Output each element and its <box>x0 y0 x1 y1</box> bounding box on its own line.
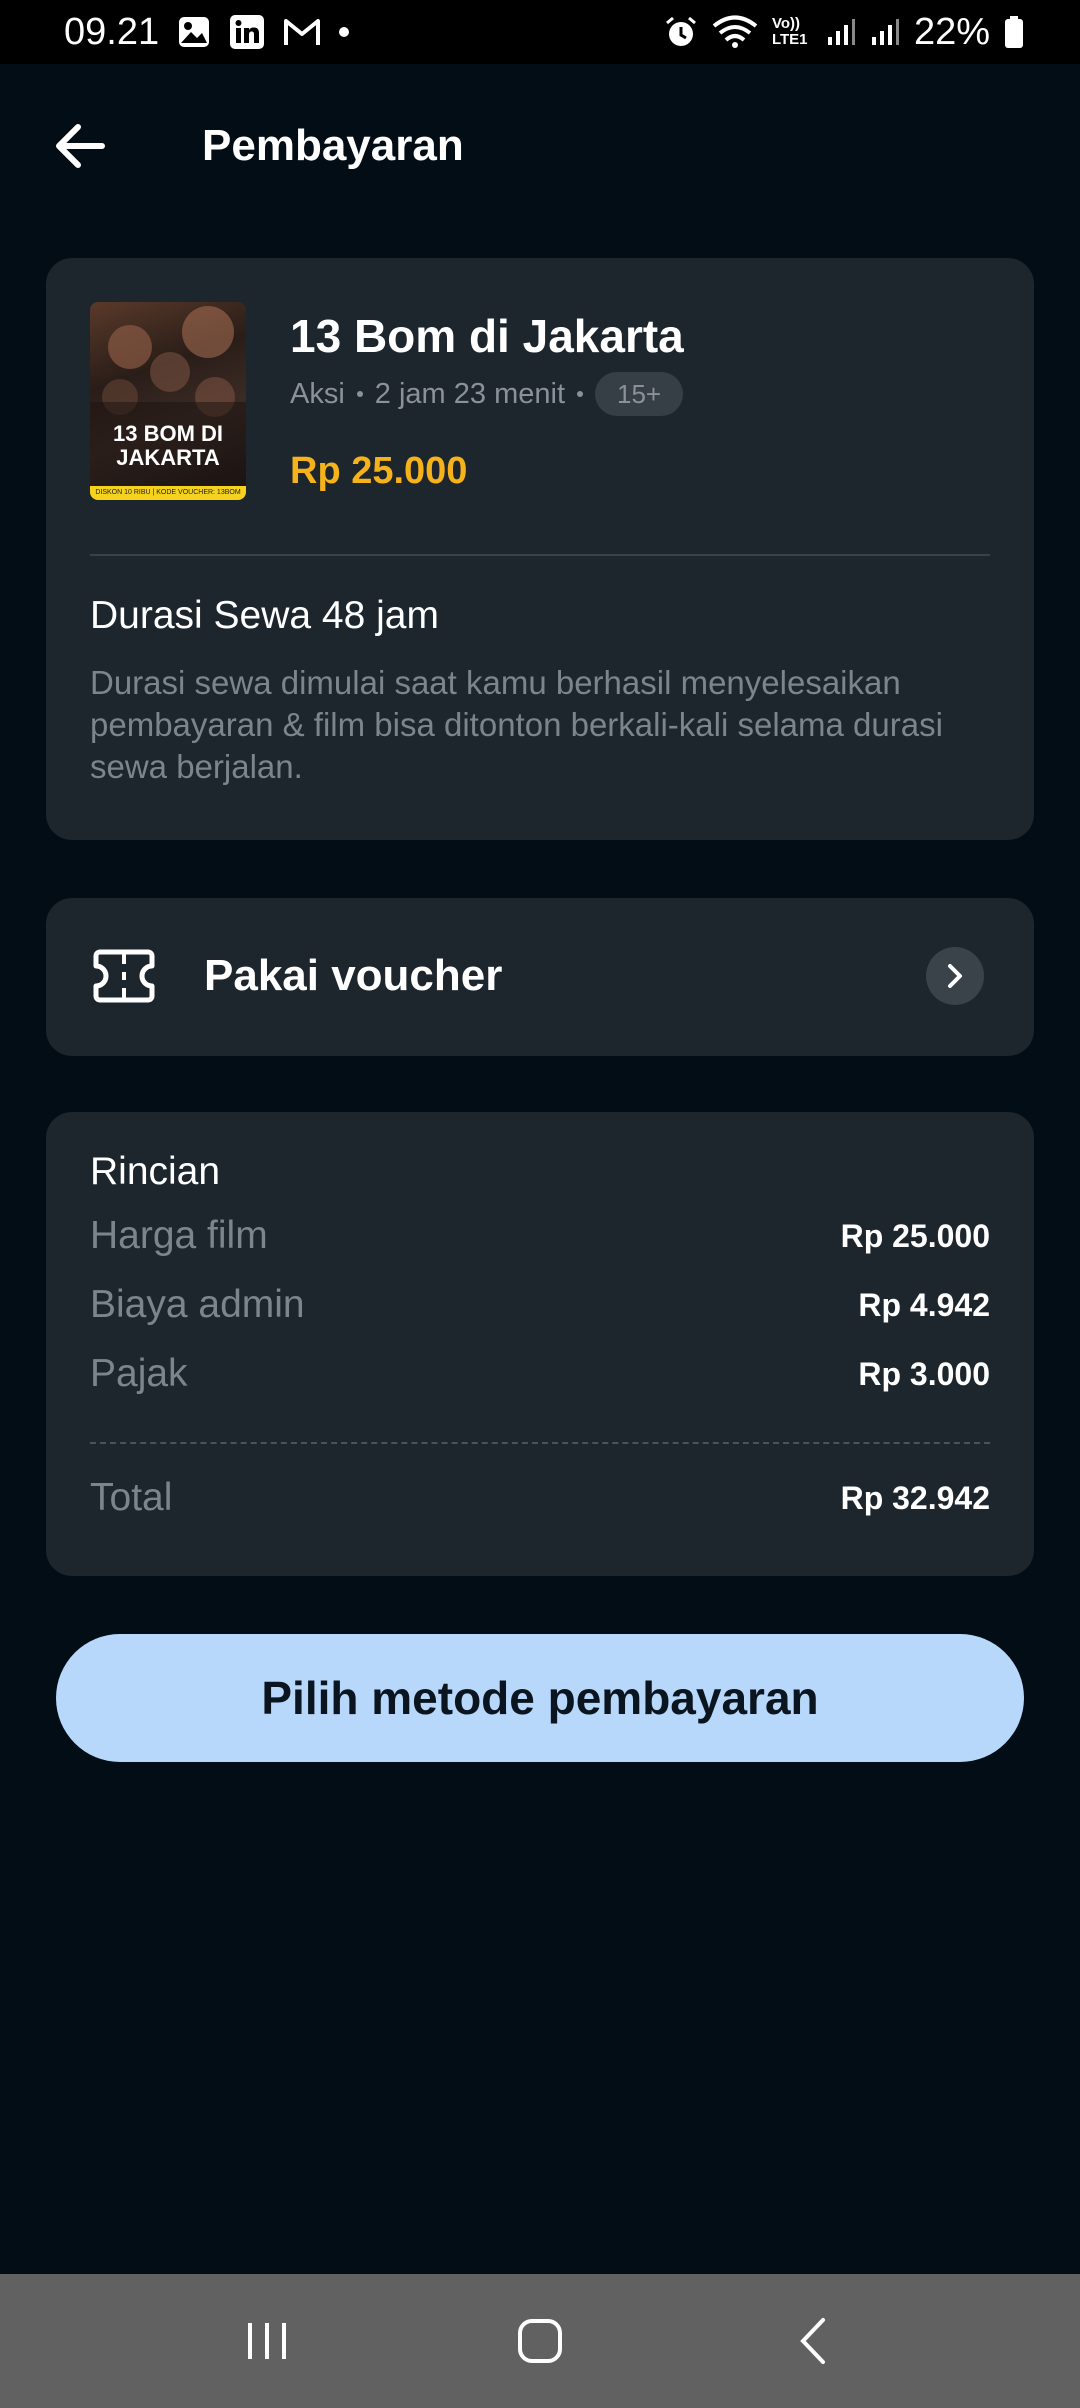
status-time: 09.21 <box>64 10 160 53</box>
movie-meta: Aksi 2 jam 23 menit 15+ <box>290 372 684 416</box>
movie-genre: Aksi <box>290 378 345 410</box>
detail-row-tax: Pajak Rp 3.000 <box>90 1352 990 1396</box>
dashed-divider <box>90 1442 990 1444</box>
separator-dot <box>356 391 363 397</box>
details-title: Rincian <box>90 1150 221 1193</box>
home-button[interactable] <box>495 2296 585 2386</box>
nav-back-button[interactable] <box>768 2296 858 2386</box>
chevron-right-icon <box>926 947 984 1005</box>
recent-apps-icon <box>247 2323 286 2359</box>
rental-duration-description: Durasi sewa dimulai saat kamu berhasil m… <box>90 664 943 785</box>
signal-icon <box>826 17 856 47</box>
poster-promo-strip: DISKON 10 RIBU | KODE VOUCHER: 13BOM <box>90 486 246 500</box>
recent-apps-button[interactable] <box>222 2296 312 2386</box>
rental-duration-title: Durasi Sewa 48 jam <box>90 594 439 637</box>
movie-price: Rp 25.000 <box>290 450 468 492</box>
arrow-left-icon <box>56 124 105 168</box>
detail-row-total: Total Rp 32.942 <box>90 1476 990 1520</box>
detail-value: Rp 4.942 <box>858 1286 990 1323</box>
total-label: Total <box>90 1476 173 1519</box>
home-icon <box>517 2319 562 2363</box>
linkedin-icon <box>229 14 265 50</box>
system-nav-bar <box>0 2274 1080 2408</box>
page-title: Pembayaran <box>202 121 464 170</box>
divider <box>90 554 990 556</box>
network-label: Vo)) LTE1 <box>771 15 808 48</box>
gallery-icon <box>177 15 211 49</box>
battery-icon <box>1004 15 1024 49</box>
signal-icon <box>870 17 900 47</box>
total-value: Rp 32.942 <box>840 1479 990 1516</box>
chevron-left-icon <box>800 2318 826 2364</box>
back-button[interactable] <box>50 116 110 176</box>
alarm-icon <box>664 15 698 49</box>
choose-payment-method-button[interactable]: Pilih metode pembayaran <box>56 1634 1024 1762</box>
ticket-icon <box>92 948 156 1009</box>
poster-artwork <box>90 306 246 486</box>
detail-row-film-price: Harga film Rp 25.000 <box>90 1214 990 1258</box>
app-bar: Pembayaran <box>0 64 1080 226</box>
notification-dot-icon <box>339 27 350 37</box>
payment-screen: 09.21 Vo)) LTE1 22% Pembayaran 13 BOM DI… <box>0 0 1080 2408</box>
price-details-card: Rincian Harga film Rp 25.000 Biaya admin… <box>46 1112 1034 1576</box>
separator-dot <box>577 391 583 397</box>
movie-summary-card: 13 BOM DI JAKARTA DISKON 10 RIBU | KODE … <box>46 258 1034 840</box>
detail-value: Rp 3.000 <box>858 1355 990 1392</box>
gmail-icon <box>283 17 321 47</box>
battery-percent: 22% <box>913 10 990 53</box>
detail-label: Pajak <box>90 1352 188 1395</box>
voucher-label: Pakai voucher <box>204 951 503 1000</box>
wifi-icon <box>712 15 758 49</box>
status-bar: 09.21 Vo)) LTE1 22% <box>0 0 1080 64</box>
detail-row-admin-fee: Biaya admin Rp 4.942 <box>90 1283 990 1327</box>
movie-title: 13 Bom di Jakarta <box>290 310 684 362</box>
voucher-button[interactable]: Pakai voucher <box>46 898 1034 1056</box>
movie-duration: 2 jam 23 menit <box>374 378 565 410</box>
poster-title: 13 BOM DI JAKARTA <box>112 421 224 470</box>
movie-poster: 13 BOM DI JAKARTA DISKON 10 RIBU | KODE … <box>90 302 246 500</box>
detail-label: Harga film <box>90 1214 268 1257</box>
detail-label: Biaya admin <box>90 1283 305 1326</box>
detail-value: Rp 25.000 <box>840 1217 990 1254</box>
age-rating-badge: 15+ <box>595 372 684 416</box>
